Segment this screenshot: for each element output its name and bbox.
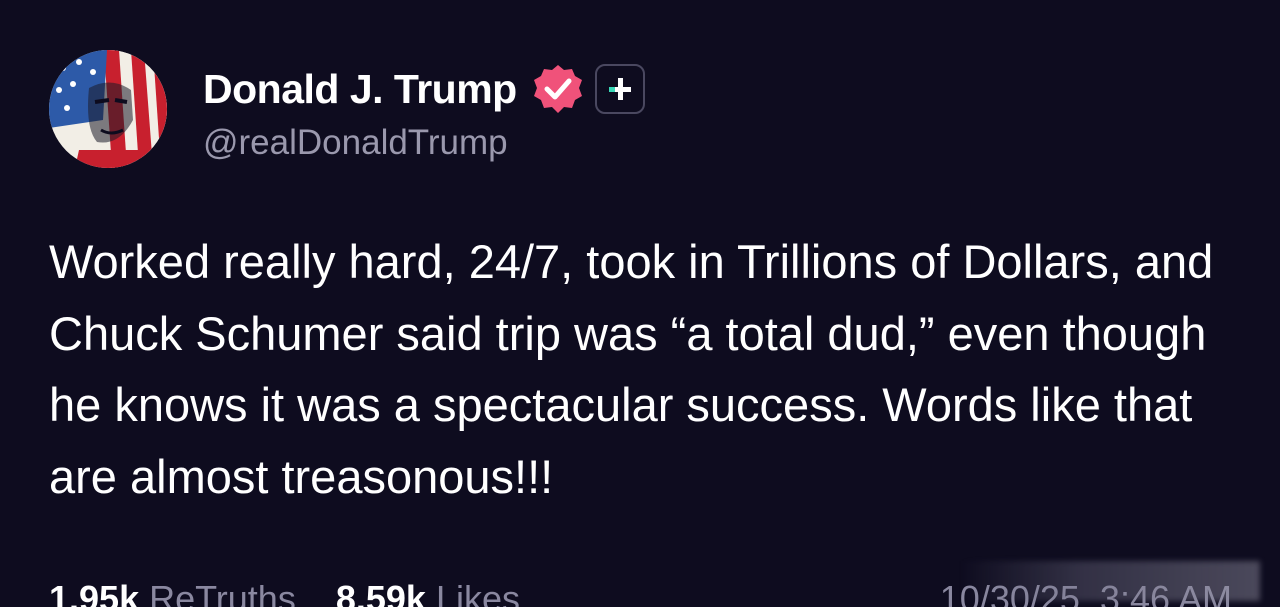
watermark (960, 561, 1260, 601)
flag-portrait-avatar-icon (49, 50, 167, 168)
avatar[interactable] (49, 50, 167, 168)
display-name[interactable]: Donald J. Trump (203, 66, 517, 113)
author-name-row: Donald J. Trump (203, 62, 645, 116)
plus-badge-icon (608, 78, 631, 100)
post-text: Worked really hard, 24/7, took in Trilli… (49, 235, 1214, 503)
likes-label[interactable]: Likes (436, 578, 520, 607)
plus-badge[interactable] (594, 64, 645, 114)
post-stats: 1.95k ReTruths 8.59k Likes (49, 578, 520, 607)
verified-badge-icon (533, 65, 582, 113)
truth-post: Donald J. Trump @realDonaldTrump Worked … (0, 0, 1280, 607)
likes-count[interactable]: 8.59k (336, 578, 426, 607)
author-handle[interactable]: @realDonaldTrump (203, 123, 508, 163)
retruths-label[interactable]: ReTruths (149, 578, 296, 607)
retruths-count[interactable]: 1.95k (49, 578, 139, 607)
